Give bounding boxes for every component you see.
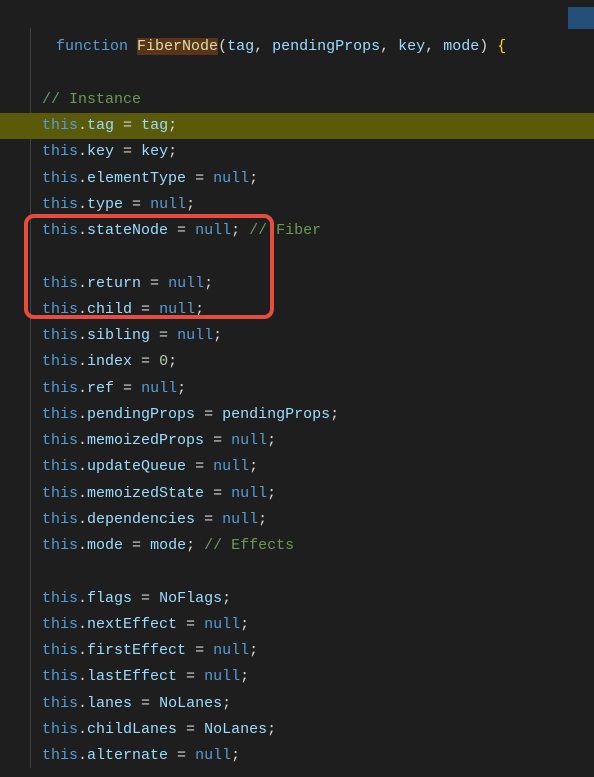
code-line-index: this.index = 0;	[0, 349, 594, 375]
code-line-ref: this.ref = null;	[0, 376, 594, 402]
keyword-function: function	[56, 38, 128, 55]
code-line-memoizedstate: this.memoizedState = null;	[0, 481, 594, 507]
code-line-alternate: this.alternate = null;	[0, 743, 594, 769]
code-line-blank	[0, 244, 594, 270]
code-line-blank	[0, 559, 594, 585]
code-line-fn-decl: function FiberNode(tag, pendingProps, ke…	[0, 8, 594, 87]
code-line-elementtype: this.elementType = null;	[0, 166, 594, 192]
code-line-tag: this.tag = tag;	[0, 113, 594, 139]
code-line-key: this.key = key;	[0, 139, 594, 165]
code-editor[interactable]: function FiberNode(tag, pendingProps, ke…	[0, 0, 594, 777]
code-line-type: this.type = null;	[0, 192, 594, 218]
code-line-firsteffect: this.firstEffect = null;	[0, 638, 594, 664]
code-line-lanes: this.lanes = NoLanes;	[0, 691, 594, 717]
code-line-statenode: this.stateNode = null; // Fiber	[0, 218, 594, 244]
code-line-sibling: this.sibling = null;	[0, 323, 594, 349]
code-line-comment: // Instance	[0, 87, 594, 113]
code-line-flags: this.flags = NoFlags;	[0, 586, 594, 612]
code-line-childlanes: this.childLanes = NoLanes;	[0, 717, 594, 743]
code-line-nexteffect: this.nextEffect = null;	[0, 612, 594, 638]
code-line-memoizedprops: this.memoizedProps = null;	[0, 428, 594, 454]
code-line-lasteffect: this.lastEffect = null;	[0, 664, 594, 690]
code-line-mode: this.mode = mode; // Effects	[0, 533, 594, 559]
code-line-return: this.return = null;	[0, 271, 594, 297]
code-line-pendingprops: this.pendingProps = pendingProps;	[0, 402, 594, 428]
code-line-dependencies: this.dependencies = null;	[0, 507, 594, 533]
code-line-child: this.child = null;	[0, 297, 594, 323]
code-line-updatequeue: this.updateQueue = null;	[0, 454, 594, 480]
function-name: FiberNode	[137, 38, 218, 55]
